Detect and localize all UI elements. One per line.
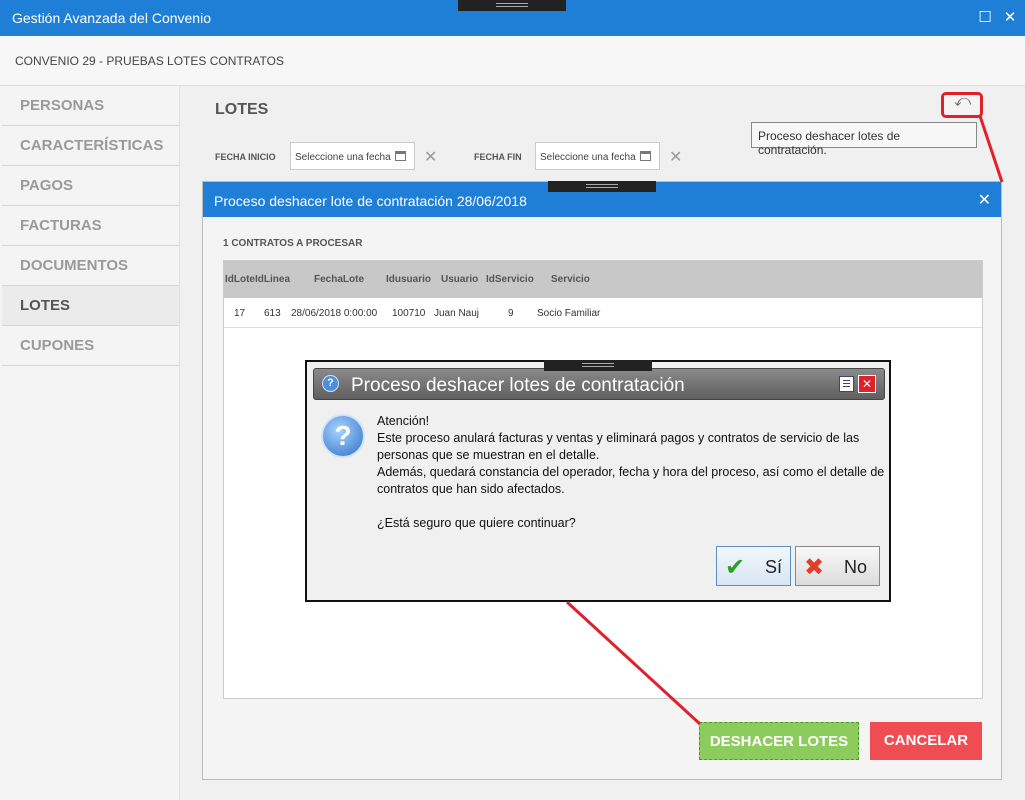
undo-lotes-button[interactable]: ⤺ <box>941 92 983 118</box>
cell-fechalote: 28/06/2018 0:00:00 <box>291 308 378 319</box>
clear-fecha-fin-icon[interactable]: ✕ <box>669 147 682 167</box>
col-idlinea[interactable]: IdLinea <box>255 274 290 285</box>
col-idusuario[interactable]: Idusuario <box>386 274 431 285</box>
sidebar: PERSONAS CARACTERÍSTICAS PAGOS FACTURAS … <box>0 86 180 800</box>
fecha-fin-label: FECHA FIN <box>474 152 522 162</box>
window-title: Gestión Avanzada del Convenio <box>12 10 211 26</box>
table-row[interactable]: 17 613 28/06/2018 0:00:00 100710 Juan Na… <box>224 298 982 328</box>
messagebox-text: Atención! Este proceso anulará facturas … <box>377 413 887 532</box>
maximize-icon[interactable]: ☐ <box>975 8 995 28</box>
messagebox-header: ? Proceso deshacer lotes de contratación… <box>313 368 885 400</box>
sidebar-item-personas[interactable]: PERSONAS <box>2 86 179 126</box>
deshacer-lotes-button[interactable]: DESHACER LOTES <box>699 722 859 760</box>
message-line: ¿Está seguro que quiere continuar? <box>377 516 576 530</box>
clear-fecha-inicio-icon[interactable]: ✕ <box>424 147 437 167</box>
messagebox-drag-handle[interactable] <box>544 360 652 371</box>
cell-idlote: 17 <box>234 308 246 319</box>
drag-handle[interactable] <box>458 0 566 11</box>
fecha-inicio-input[interactable]: Seleccione una fecha <box>290 142 415 170</box>
no-button[interactable]: ✖ No <box>795 546 880 586</box>
message-line: Este proceso anulará facturas y ventas y… <box>377 431 860 462</box>
cell-idlinea: 613 <box>264 308 281 319</box>
yes-button[interactable]: ✔ Sí <box>716 546 791 586</box>
message-line <box>377 498 887 515</box>
fecha-fin-placeholder: Seleccione una fecha <box>540 152 636 163</box>
checkmark-icon: ✔ <box>725 554 746 581</box>
no-label: No <box>844 557 868 577</box>
sidebar-item-documentos[interactable]: DOCUMENTOS <box>2 246 179 286</box>
col-fechalote[interactable]: FechaLote <box>314 274 364 285</box>
sidebar-item-lotes[interactable]: LOTES <box>2 286 179 326</box>
cell-idusuario: 100710 <box>392 308 426 319</box>
question-icon: ? <box>322 375 339 392</box>
fecha-inicio-label: FECHA INICIO <box>215 152 276 162</box>
message-line: Atención! <box>377 414 430 428</box>
calendar-icon[interactable] <box>640 151 651 161</box>
calendar-icon[interactable] <box>395 151 406 161</box>
messagebox-close-icon[interactable]: ✕ <box>858 375 876 393</box>
cross-icon: ✖ <box>804 554 825 581</box>
convenio-title: CONVENIO 29 - PRUEBAS LOTES CONTRATOS <box>15 54 284 68</box>
col-servicio[interactable]: Servicio <box>551 274 590 285</box>
table-header: IdLote IdLinea FechaLote Idusuario Usuar… <box>224 261 982 298</box>
messagebox-title: Proceso deshacer lotes de contratación <box>351 375 685 396</box>
contracts-count: 1 CONTRATOS A PROCESAR <box>223 238 363 249</box>
question-icon: ? <box>321 414 365 458</box>
fecha-inicio-placeholder: Seleccione una fecha <box>295 152 391 163</box>
cancelar-button[interactable]: CANCELAR <box>870 722 982 760</box>
close-icon[interactable]: ✕ <box>1000 8 1020 28</box>
page-title: LOTES <box>215 101 269 118</box>
message-line: Además, quedará constancia del operador,… <box>377 465 885 496</box>
col-idlote[interactable]: IdLote <box>225 274 255 285</box>
convenio-header: CONVENIO 29 - PRUEBAS LOTES CONTRATOS <box>0 36 1025 86</box>
cell-servicio: Socio Familiar <box>537 308 601 319</box>
sidebar-item-pagos[interactable]: PAGOS <box>2 166 179 206</box>
confirm-messagebox: ? Proceso deshacer lotes de contratación… <box>305 360 891 602</box>
yes-label: Sí <box>765 557 783 577</box>
dialog-drag-handle[interactable] <box>548 181 656 192</box>
copy-icon[interactable] <box>839 376 854 392</box>
cell-idservicio: 9 <box>508 308 514 319</box>
col-idservicio[interactable]: IdServicio <box>486 274 534 285</box>
sidebar-item-caracteristicas[interactable]: CARACTERÍSTICAS <box>2 126 179 166</box>
fecha-fin-input[interactable]: Seleccione una fecha <box>535 142 660 170</box>
sidebar-item-cupones[interactable]: CUPONES <box>2 326 179 366</box>
cell-usuario: Juan Nauj <box>434 308 480 319</box>
col-usuario[interactable]: Usuario <box>441 274 478 285</box>
sidebar-item-facturas[interactable]: FACTURAS <box>2 206 179 246</box>
undo-tooltip: Proceso deshacer lotes de contratación. <box>751 122 977 157</box>
dialog-title: Proceso deshacer lote de contratación 28… <box>214 193 527 209</box>
undo-icon: ⤺ <box>954 93 972 110</box>
dialog-close-icon[interactable]: ✕ <box>978 190 991 210</box>
